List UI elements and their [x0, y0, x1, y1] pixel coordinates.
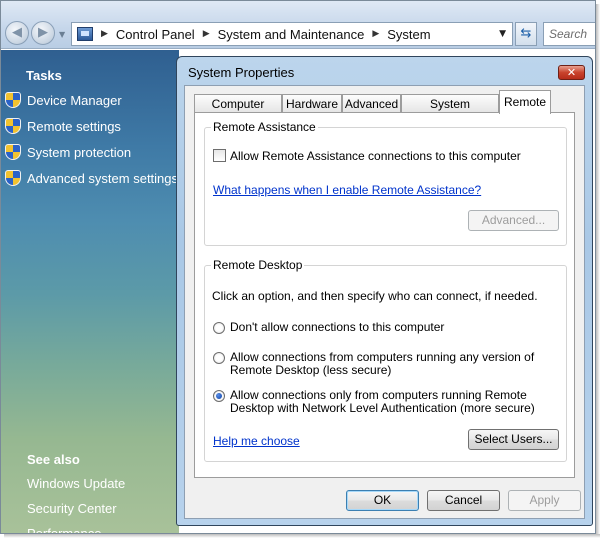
task-label: Advanced system settings [27, 170, 179, 186]
shield-icon [5, 92, 21, 108]
tab-remote[interactable]: Remote [499, 90, 551, 114]
chevron-right-icon[interactable]: ▶ [101, 29, 108, 39]
select-users-button[interactable]: Select Users... [468, 429, 559, 450]
window-shadow [596, 4, 600, 538]
remote-desktop-title: Remote Desktop [211, 258, 305, 272]
forward-arrow-icon: ▶ [38, 25, 48, 40]
close-icon: ✕ [566, 66, 577, 79]
chevron-right-icon[interactable]: ▶ [203, 29, 210, 39]
task-system-protection[interactable]: System protection [5, 144, 131, 160]
remote-assistance-group: Remote Assistance Allow Remote Assistanc… [204, 120, 567, 246]
option-any-version-label[interactable]: Allow connections from computers running… [230, 351, 534, 377]
tasks-heading: Tasks [26, 68, 62, 83]
advanced-button[interactable]: Advanced... [468, 210, 559, 231]
option-nla-only-radio[interactable] [213, 390, 225, 402]
window-shadow [4, 534, 600, 538]
close-button[interactable]: ✕ [558, 65, 585, 80]
task-device-manager[interactable]: Device Manager [5, 92, 122, 108]
link-security-center[interactable]: Security Center [27, 501, 117, 516]
option-dont-allow-label[interactable]: Don't allow connections to this computer [230, 321, 444, 334]
option-nla-only-label[interactable]: Allow connections only from computers ru… [230, 389, 535, 415]
link-windows-update[interactable]: Windows Update [27, 476, 125, 491]
tab-advanced[interactable]: Advanced [342, 94, 401, 113]
task-advanced-system-settings[interactable]: Advanced system settings [5, 170, 178, 186]
breadcrumb-system[interactable]: System [387, 27, 430, 42]
link-performance[interactable]: Performance [27, 526, 101, 533]
dialog-client-area: Computer Name Hardware Advanced System P… [184, 85, 585, 519]
breadcrumb-system-and-maintenance[interactable]: System and Maintenance [218, 27, 365, 42]
control-panel-icon [77, 27, 93, 41]
tasks-pane: Tasks Device Manager Remote settings Sys… [1, 50, 179, 533]
task-label: Remote settings [27, 118, 121, 134]
tab-system-protection[interactable]: System Protection [401, 94, 499, 129]
control-panel-window: ◀ ▶ ▼ ▶ Control Panel ▶ System and Maint… [0, 0, 596, 534]
forward-button[interactable]: ▶ [31, 21, 55, 45]
address-dropdown-icon[interactable]: ▼ [499, 29, 506, 39]
refresh-icon: ⇆ [520, 26, 532, 41]
tab-strip: Computer Name Hardware Advanced System P… [194, 90, 584, 129]
address-toolbar: ◀ ▶ ▼ ▶ Control Panel ▶ System and Maint… [1, 1, 595, 49]
allow-remote-assistance-checkbox[interactable] [213, 149, 226, 162]
remote-assistance-title: Remote Assistance [211, 120, 318, 134]
task-remote-settings[interactable]: Remote settings [5, 118, 121, 134]
remote-desktop-group: Remote Desktop Click an option, and then… [204, 258, 567, 462]
back-arrow-icon: ◀ [12, 25, 22, 40]
remote-tab-panel: Remote Assistance Allow Remote Assistanc… [194, 112, 575, 478]
see-also-heading: See also [27, 452, 80, 467]
recent-pages-dropdown-icon[interactable]: ▼ [59, 30, 65, 39]
dialog-title: System Properties [188, 65, 295, 80]
refresh-button[interactable]: ⇆ [515, 22, 537, 46]
shield-icon [5, 118, 21, 134]
back-button[interactable]: ◀ [5, 21, 29, 45]
task-label: System protection [27, 144, 132, 160]
ok-button[interactable]: OK [346, 490, 419, 511]
cancel-button[interactable]: Cancel [427, 490, 500, 511]
tab-hardware[interactable]: Hardware [282, 94, 342, 113]
help-me-choose-link[interactable]: Help me choose [213, 434, 300, 448]
apply-button[interactable]: Apply [508, 490, 581, 511]
system-properties-dialog: System Properties ✕ Computer Name Hardwa… [176, 56, 593, 526]
remote-assistance-help-link[interactable]: What happens when I enable Remote Assist… [213, 183, 481, 197]
tab-computer-name[interactable]: Computer Name [194, 94, 282, 129]
chevron-right-icon[interactable]: ▶ [372, 29, 379, 39]
shield-icon [5, 170, 21, 186]
option-any-version-radio[interactable] [213, 352, 225, 364]
remote-desktop-instruction: Click an option, and then specify who ca… [212, 289, 538, 303]
search-input[interactable]: Search [543, 22, 595, 46]
breadcrumb-control-panel[interactable]: Control Panel [116, 27, 195, 42]
allow-remote-assistance-label[interactable]: Allow Remote Assistance connections to t… [230, 150, 521, 163]
option-dont-allow-radio[interactable] [213, 322, 225, 334]
task-label: Device Manager [27, 92, 122, 108]
shield-icon [5, 144, 21, 160]
address-box[interactable]: ▶ Control Panel ▶ System and Maintenance… [71, 22, 513, 46]
